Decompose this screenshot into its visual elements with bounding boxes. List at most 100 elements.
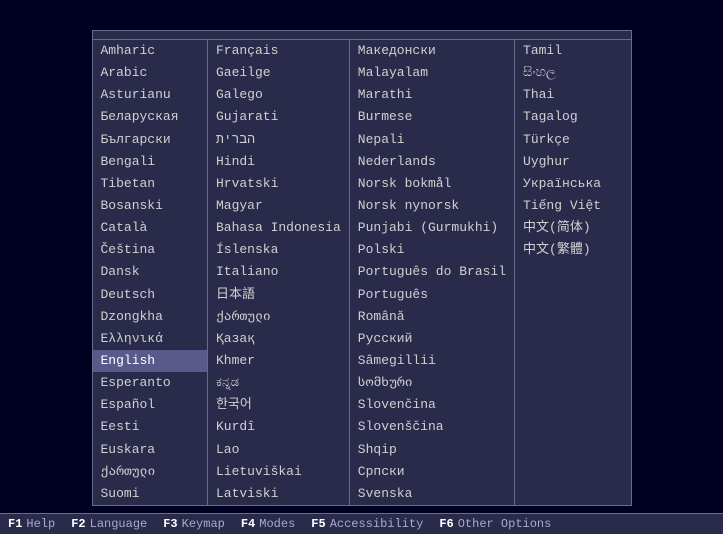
language-item[interactable]: Malayalam <box>350 62 514 84</box>
language-item[interactable]: Asturianu <box>93 84 207 106</box>
language-item[interactable]: הברית <box>208 129 349 151</box>
language-item[interactable]: Lao <box>208 439 349 461</box>
language-item[interactable]: Latviski <box>208 483 349 505</box>
dialog-title <box>93 31 631 40</box>
language-item[interactable]: Español <box>93 394 207 416</box>
language-grid: AmharicArabicAsturianuБеларускаяБългарск… <box>93 40 631 505</box>
language-item[interactable]: Bahasa Indonesia <box>208 217 349 239</box>
footer-item-accessibility[interactable]: F5 Accessibility <box>311 517 423 531</box>
main-window: AmharicArabicAsturianuБеларускаяБългарск… <box>0 0 723 534</box>
language-item[interactable]: Bengali <box>93 151 207 173</box>
language-item[interactable]: Português <box>350 284 514 306</box>
language-item[interactable]: Norsk nynorsk <box>350 195 514 217</box>
language-item[interactable]: Eesti <box>93 416 207 438</box>
footer-key: F1 <box>8 517 22 531</box>
language-item[interactable]: სომხური <box>350 372 514 394</box>
language-item[interactable]: Čeština <box>93 239 207 261</box>
language-item[interactable]: 中文(繁體) <box>515 239 630 261</box>
language-item[interactable]: Norsk bokmål <box>350 173 514 195</box>
language-item[interactable]: Thai <box>515 84 630 106</box>
language-column-2: МакедонскиMalayalamMarathiBurmeseNepaliN… <box>350 40 515 505</box>
language-item[interactable]: Tibetan <box>93 173 207 195</box>
language-item[interactable]: Bosanski <box>93 195 207 217</box>
language-item[interactable]: Lietuviškai <box>208 461 349 483</box>
language-item[interactable]: Magyar <box>208 195 349 217</box>
language-item[interactable]: Türkçe <box>515 129 630 151</box>
language-item[interactable]: Català <box>93 217 207 239</box>
language-column-1: FrançaisGaeilgeGalegoGujaratiהבריתHindiH… <box>208 40 350 505</box>
language-item[interactable]: Українська <box>515 173 630 195</box>
language-item[interactable]: Македонски <box>350 40 514 62</box>
language-item[interactable]: Gujarati <box>208 106 349 128</box>
language-item[interactable]: Punjabi (Gurmukhi) <box>350 217 514 239</box>
language-item[interactable]: Hindi <box>208 151 349 173</box>
language-item[interactable]: Arabic <box>93 62 207 84</box>
language-item[interactable]: Slovenčina <box>350 394 514 416</box>
language-item[interactable]: Tiếng Việt <box>515 195 630 217</box>
language-item[interactable]: Shqip <box>350 439 514 461</box>
language-item[interactable]: Italiano <box>208 261 349 283</box>
language-item[interactable]: Uyghur <box>515 151 630 173</box>
language-item[interactable]: ქართული <box>208 306 349 328</box>
language-item[interactable]: 日本語 <box>208 284 349 306</box>
language-item[interactable]: Esperanto <box>93 372 207 394</box>
language-item[interactable]: Deutsch <box>93 284 207 306</box>
language-item[interactable]: Polski <box>350 239 514 261</box>
language-item[interactable]: Ελληνικά <box>93 328 207 350</box>
language-item[interactable]: 中文(简体) <box>515 217 630 239</box>
language-item[interactable]: Română <box>350 306 514 328</box>
footer-label: Language <box>90 517 148 531</box>
language-item[interactable]: Slovenščina <box>350 416 514 438</box>
language-item[interactable]: Burmese <box>350 106 514 128</box>
footer-key: F2 <box>71 517 85 531</box>
language-item[interactable]: Khmer <box>208 350 349 372</box>
language-item[interactable]: ಕನ್ನಡ <box>208 372 349 394</box>
language-item[interactable]: Tagalog <box>515 106 630 128</box>
footer-item-other-options[interactable]: F6 Other Options <box>439 517 551 531</box>
language-item[interactable]: Kurdî <box>208 416 349 438</box>
language-item[interactable]: Српски <box>350 461 514 483</box>
language-item[interactable]: Galego <box>208 84 349 106</box>
language-item[interactable]: Қазақ <box>208 328 349 350</box>
language-item[interactable]: Русский <box>350 328 514 350</box>
language-item[interactable]: Nepali <box>350 129 514 151</box>
language-dialog: AmharicArabicAsturianuБеларускаяБългарск… <box>92 30 632 506</box>
language-item <box>515 281 630 283</box>
language-item[interactable]: Français <box>208 40 349 62</box>
footer-label: Other Options <box>458 517 552 531</box>
language-item[interactable]: Tamil <box>515 40 630 62</box>
language-item[interactable]: Euskara <box>93 439 207 461</box>
language-item[interactable]: ქართული <box>93 461 207 483</box>
language-item[interactable]: සිංහල <box>515 62 630 84</box>
language-item[interactable]: Suomi <box>93 483 207 505</box>
language-item[interactable]: Íslenska <box>208 239 349 261</box>
language-item[interactable]: Nederlands <box>350 151 514 173</box>
language-item[interactable]: Sâmegillii <box>350 350 514 372</box>
footer-key: F5 <box>311 517 325 531</box>
footer-label: Help <box>26 517 55 531</box>
language-item[interactable]: Български <box>93 129 207 151</box>
footer-item-help[interactable]: F1 Help <box>8 517 55 531</box>
language-item[interactable]: Dzongkha <box>93 306 207 328</box>
language-item[interactable]: Svenska <box>350 483 514 505</box>
footer-item-modes[interactable]: F4Modes <box>241 517 295 531</box>
language-column-3: TamilසිංහලThaiTagalogTürkçeUyghurУкраїнс… <box>515 40 630 505</box>
footer-item-keymap[interactable]: F3 Keymap <box>163 517 225 531</box>
language-item[interactable]: English <box>93 350 207 372</box>
footer-label: Accessibility <box>330 517 424 531</box>
footer-key: F3 <box>163 517 177 531</box>
language-column-0: AmharicArabicAsturianuБеларускаяБългарск… <box>93 40 208 505</box>
footer-key: F4 <box>241 517 255 531</box>
language-item[interactable]: Hrvatski <box>208 173 349 195</box>
language-item[interactable]: Gaeilge <box>208 62 349 84</box>
language-item[interactable]: Беларуская <box>93 106 207 128</box>
footer-item-language[interactable]: F2 Language <box>71 517 147 531</box>
footer-bar: F1 Help F2 Language F3 Keymap F4Modes F5 Accessi… <box>0 513 723 534</box>
footer-key: F6 <box>439 517 453 531</box>
language-item[interactable]: Marathi <box>350 84 514 106</box>
language-item[interactable]: 한국어 <box>208 394 349 416</box>
language-item[interactable]: Amharic <box>93 40 207 62</box>
footer-label: Keymap <box>182 517 225 531</box>
language-item[interactable]: Dansk <box>93 261 207 283</box>
language-item[interactable]: Português do Brasil <box>350 261 514 283</box>
